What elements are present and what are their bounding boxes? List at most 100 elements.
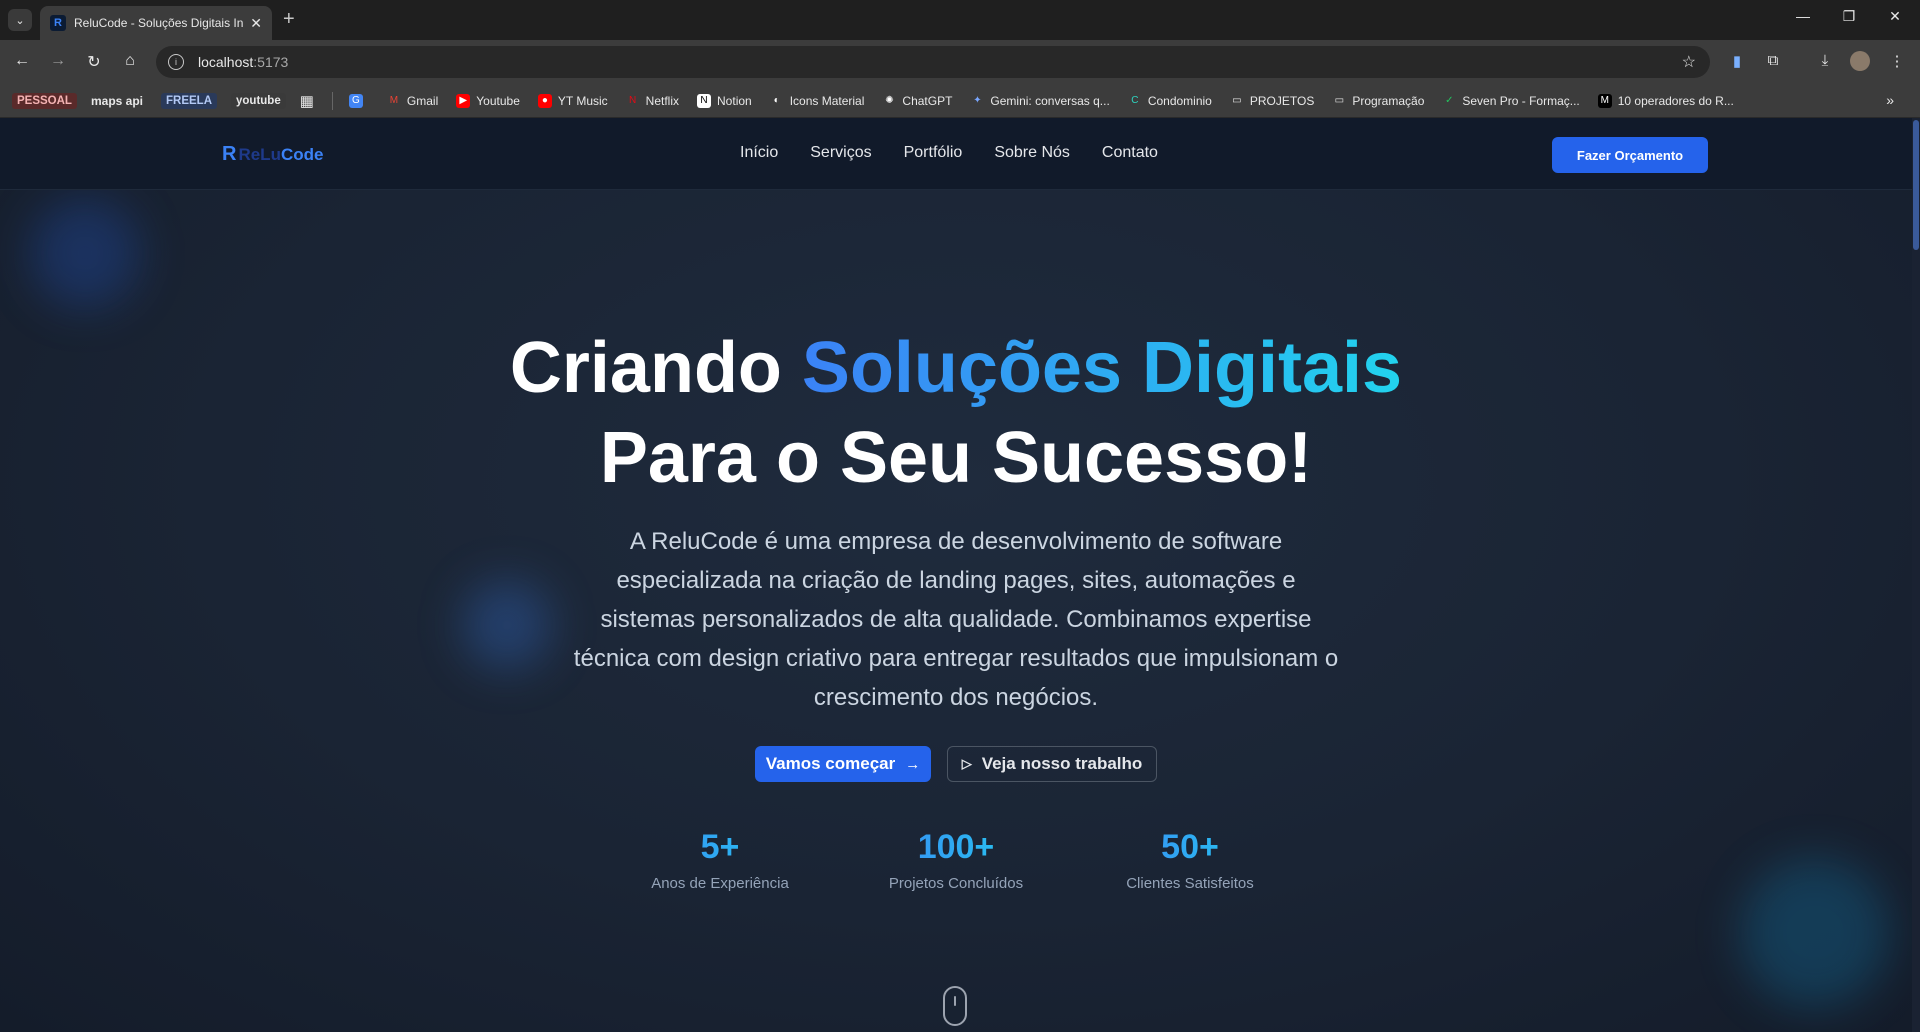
close-tab-icon[interactable]: ✕ bbox=[250, 15, 262, 32]
bookmark-chatgpt[interactable]: ✺ ChatGPT bbox=[882, 94, 952, 108]
more-bookmarks-icon[interactable]: » bbox=[1886, 92, 1894, 108]
nav-link-portfolio[interactable]: Portfólio bbox=[904, 144, 963, 162]
stat-label: Anos de Experiência bbox=[651, 875, 789, 892]
tab-title: ReluCode - Soluções Digitais In bbox=[74, 16, 244, 30]
youtube-icon: ▶ bbox=[456, 93, 471, 108]
bookmark-label: Seven Pro - Formaç... bbox=[1462, 93, 1580, 108]
tab-search-button[interactable]: ⌄ bbox=[8, 9, 32, 31]
bookmark-gemini-conversas-q[interactable]: ✦ Gemini: conversas q... bbox=[970, 93, 1110, 108]
bookmark-seven-pro-forma[interactable]: ✓ Seven Pro - Formaç... bbox=[1442, 93, 1580, 108]
folder-icon: ▭ bbox=[1232, 95, 1242, 106]
stat-value: 100+ bbox=[856, 828, 1056, 867]
minimize-icon[interactable]: — bbox=[1780, 8, 1826, 24]
new-tab-icon[interactable]: + bbox=[283, 8, 295, 31]
nav-link-inicio[interactable]: Início bbox=[740, 144, 778, 162]
hero-title-accent: Soluções Digitais bbox=[801, 328, 1403, 408]
logo-text-relu: ReLu bbox=[238, 144, 281, 164]
veja-nosso-trabalho-button[interactable]: ▷ Veja nosso trabalho bbox=[947, 746, 1157, 782]
bookmark-pessoal[interactable]: PESSOAL bbox=[12, 92, 77, 109]
vamos-comecar-button[interactable]: Vamos começar → bbox=[755, 746, 931, 782]
bookmark-label: ChatGPT bbox=[902, 93, 953, 108]
address-bar[interactable]: i localhost:5173 ☆ bbox=[156, 46, 1710, 78]
main-nav: Início Serviços Portfólio Sobre Nós Cont… bbox=[740, 144, 1190, 162]
decorative-glow bbox=[30, 198, 140, 308]
hero-title-part2: Para o Seu Sucesso! bbox=[599, 418, 1313, 498]
close-window-icon[interactable]: ✕ bbox=[1872, 8, 1918, 25]
arrow-right-icon: → bbox=[905, 755, 921, 773]
scrollbar-thumb[interactable] bbox=[1913, 120, 1919, 250]
download-icon[interactable]: ⤓ bbox=[1814, 52, 1836, 69]
notion-icon: N bbox=[697, 93, 712, 108]
bookmark-label: Gemini: conversas q... bbox=[990, 93, 1110, 108]
bookmark-label: Icons Material bbox=[789, 93, 865, 108]
extension-icon[interactable]: ▮ bbox=[1726, 52, 1748, 70]
bookmark-programa-o[interactable]: ▭ Programação bbox=[1332, 93, 1425, 108]
chatgpt-icon: ✺ bbox=[885, 95, 894, 106]
back-icon[interactable]: ← bbox=[10, 52, 34, 70]
profile-avatar[interactable] bbox=[1850, 51, 1870, 71]
seven-icon: ✓ bbox=[1445, 95, 1454, 106]
browser-tab[interactable]: R ReluCode - Soluções Digitais In ✕ bbox=[40, 6, 272, 40]
bookmark-label: 10 operadores do R... bbox=[1617, 93, 1734, 108]
scroll-down-mouse-icon[interactable] bbox=[943, 986, 967, 1026]
site-info-icon[interactable]: i bbox=[168, 54, 184, 70]
bookmark-freela[interactable]: FREELA bbox=[161, 92, 217, 109]
vamos-comecar-label: Vamos começar bbox=[765, 754, 896, 773]
bookmark-label: Condominio bbox=[1147, 93, 1212, 108]
browser-toolbar: ← → ↻ ⌂ i localhost:5173 ☆ ▮ ⧉ ⤓ ⋮ bbox=[0, 40, 1920, 84]
site-header: R ReLu Code Início Serviços Portfólio Sob… bbox=[0, 118, 1912, 190]
url-text: localhost:5173 bbox=[198, 54, 289, 70]
bookmark-projetos[interactable]: ▭ PROJETOS bbox=[1230, 94, 1314, 108]
bookmark-youtube[interactable]: youtube bbox=[231, 92, 286, 109]
bookmark-label: Netflix bbox=[645, 93, 680, 108]
bookmark-label: Youtube bbox=[476, 93, 520, 108]
gmail-icon: M bbox=[389, 95, 399, 106]
medium-icon: M bbox=[1597, 93, 1612, 108]
browser-tab-bar: ⌄ R ReluCode - Soluções Digitais In ✕ + … bbox=[0, 0, 1920, 40]
bookmark-notion[interactable]: N Notion bbox=[697, 93, 752, 108]
forward-icon[interactable]: → bbox=[46, 52, 70, 70]
netflix-icon: N bbox=[629, 95, 637, 106]
stat-experience: 5+ Anos de Experiência bbox=[620, 828, 820, 892]
page-scrollbar[interactable] bbox=[1912, 118, 1920, 1032]
nav-link-sobre-nos[interactable]: Sobre Nós bbox=[994, 144, 1070, 162]
bookmark-10-operadores-do-r[interactable]: M 10 operadores do R... bbox=[1597, 93, 1734, 108]
nav-link-servicos[interactable]: Serviços bbox=[810, 144, 871, 162]
stat-clients: 50+ Clientes Satisfeitos bbox=[1090, 828, 1290, 892]
bookmarks-bar: PESSOAL maps api FREELA youtube ▦ G M Gmail ▶ You… bbox=[0, 84, 1920, 118]
menu-icon[interactable]: ⋮ bbox=[1886, 52, 1908, 70]
logo-r-icon: R bbox=[222, 143, 237, 165]
home-icon[interactable]: ⌂ bbox=[118, 52, 142, 70]
bookmark-maps-api[interactable]: maps api bbox=[91, 94, 143, 108]
bookmark-star-icon[interactable]: ☆ bbox=[1682, 52, 1696, 72]
relucode-logo[interactable]: R ReLu Code bbox=[222, 143, 323, 166]
fazer-orcamento-button[interactable]: Fazer Orçamento bbox=[1552, 137, 1708, 173]
bookmark-youtube[interactable]: ▶ Youtube bbox=[456, 93, 520, 108]
nav-link-contato[interactable]: Contato bbox=[1102, 144, 1158, 162]
bookmark-condominio[interactable]: C Condominio bbox=[1128, 94, 1212, 108]
bookmark-label: YT Music bbox=[557, 93, 608, 108]
bookmark-yt-music[interactable]: ● YT Music bbox=[537, 93, 608, 108]
bookmark-netflix[interactable]: N Netflix bbox=[626, 94, 679, 108]
hero-title: Criando Soluções Digitais Para o Seu Suc… bbox=[0, 323, 1912, 503]
page-viewport: R ReLu Code Início Serviços Portfólio Sob… bbox=[0, 118, 1920, 1032]
hero-description: A ReluCode é uma empresa de desenvolvime… bbox=[573, 528, 1339, 711]
bookmark-icons-material[interactable]: ◐ Icons Material bbox=[770, 94, 865, 108]
stat-value: 50+ bbox=[1090, 828, 1290, 867]
bookmark-label: Programação bbox=[1352, 93, 1425, 108]
apps-grid-icon[interactable]: ▦ bbox=[300, 92, 314, 110]
relucode-favicon-icon: R bbox=[50, 15, 66, 31]
bookmark-gmail[interactable]: M Gmail bbox=[387, 93, 439, 108]
reload-icon[interactable]: ↻ bbox=[82, 52, 106, 72]
stat-value: 5+ bbox=[620, 828, 820, 867]
logo-text-code: Code bbox=[280, 144, 324, 164]
google-translate-icon[interactable]: G bbox=[348, 93, 369, 108]
restore-icon[interactable]: ❐ bbox=[1826, 8, 1872, 25]
gemini-icon: ✦ bbox=[973, 95, 982, 106]
veja-nosso-trabalho-label: Veja nosso trabalho bbox=[981, 754, 1143, 773]
puzzle-icon[interactable]: ⧉ bbox=[1762, 52, 1784, 69]
bookmark-label: Gmail bbox=[406, 93, 439, 108]
scroll-wheel-dot bbox=[954, 996, 956, 1006]
stat-label: Clientes Satisfeitos bbox=[1126, 875, 1254, 892]
bookmarks-separator bbox=[331, 91, 333, 110]
